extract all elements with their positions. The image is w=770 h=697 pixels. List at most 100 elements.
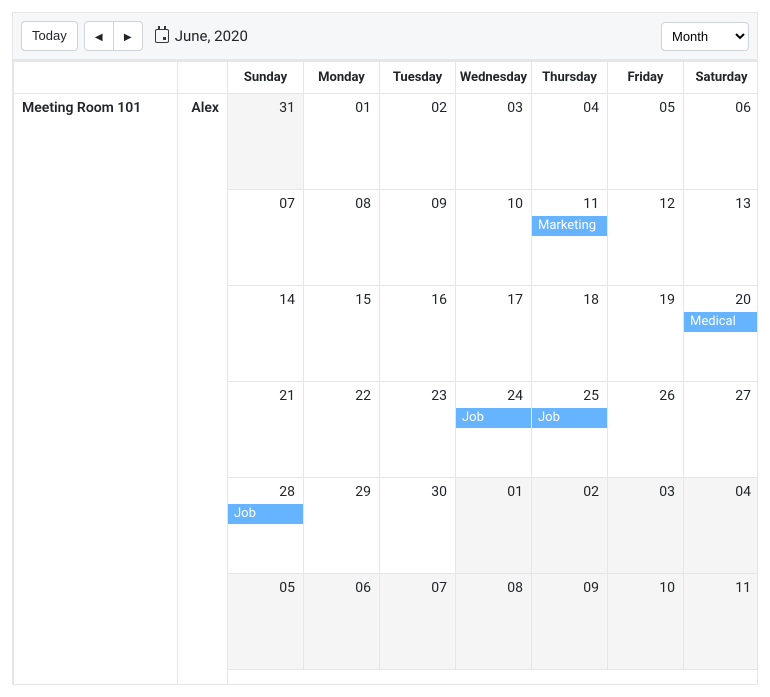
month-grid-scroll[interactable]: SundayMondayTuesdayWednesdayThursdayFrid… xyxy=(227,61,757,684)
day-cell[interactable]: 23 xyxy=(380,382,456,478)
day-number: 06 xyxy=(304,574,379,598)
day-number: 20 xyxy=(684,286,757,310)
event[interactable]: Job xyxy=(532,408,607,428)
day-cell[interactable]: 20Medical xyxy=(684,286,758,382)
nav-group: ◀ ▶ xyxy=(84,21,143,51)
toolbar: Today ◀ ▶ June, 2020 DayWeekMonthYearAge… xyxy=(13,13,757,60)
day-cell[interactable]: 28Job xyxy=(228,478,304,574)
calendar-icon xyxy=(155,29,169,43)
resource-cell-room[interactable]: Meeting Room 101 xyxy=(14,94,178,685)
day-cell[interactable]: 13 xyxy=(684,190,758,286)
day-cell[interactable]: 05 xyxy=(228,574,304,670)
day-number: 18 xyxy=(532,286,607,310)
resource-header-1 xyxy=(14,62,178,94)
day-cell[interactable]: 11 xyxy=(684,574,758,670)
day-cell[interactable]: 29 xyxy=(304,478,380,574)
day-header: Monday xyxy=(304,62,380,94)
day-number: 12 xyxy=(608,190,683,214)
day-header: Thursday xyxy=(532,62,608,94)
day-number: 10 xyxy=(608,574,683,598)
day-number: 04 xyxy=(684,478,757,502)
day-number: 02 xyxy=(380,94,455,118)
day-cell[interactable]: 07 xyxy=(228,190,304,286)
day-cell[interactable]: 12 xyxy=(608,190,684,286)
chevron-left-icon: ◀ xyxy=(95,32,103,43)
day-number: 11 xyxy=(684,574,757,598)
day-cell[interactable]: 02 xyxy=(380,94,456,190)
day-cell[interactable]: 30 xyxy=(380,478,456,574)
event[interactable]: Marketing xyxy=(532,216,607,236)
day-number: 21 xyxy=(228,382,303,406)
day-cell[interactable]: 05 xyxy=(608,94,684,190)
day-number: 28 xyxy=(228,478,303,502)
date-display[interactable]: June, 2020 xyxy=(149,27,254,45)
day-cell[interactable]: 21 xyxy=(228,382,304,478)
day-cell[interactable]: 06 xyxy=(684,94,758,190)
day-cell[interactable]: 07 xyxy=(380,574,456,670)
resource-header-2 xyxy=(178,62,228,94)
month-table: SundayMondayTuesdayWednesdayThursdayFrid… xyxy=(227,61,757,670)
day-cell[interactable]: 01 xyxy=(304,94,380,190)
day-number: 17 xyxy=(456,286,531,310)
day-number: 04 xyxy=(532,94,607,118)
day-cell[interactable]: 15 xyxy=(304,286,380,382)
day-number: 09 xyxy=(532,574,607,598)
day-header: Wednesday xyxy=(456,62,532,94)
next-button[interactable]: ▶ xyxy=(113,21,143,51)
day-cell[interactable]: 01 xyxy=(456,478,532,574)
day-cell[interactable]: 25Job xyxy=(532,382,608,478)
day-cell[interactable]: 24Job xyxy=(456,382,532,478)
date-display-text: June, 2020 xyxy=(175,27,248,45)
day-cell[interactable]: 10 xyxy=(456,190,532,286)
day-header: Sunday xyxy=(228,62,304,94)
day-number: 22 xyxy=(304,382,379,406)
day-number: 07 xyxy=(380,574,455,598)
day-number: 11 xyxy=(532,190,607,214)
event[interactable]: Medical xyxy=(684,312,757,332)
day-cell[interactable]: 02 xyxy=(532,478,608,574)
day-cell[interactable]: 27 xyxy=(684,382,758,478)
day-number: 29 xyxy=(304,478,379,502)
day-cell[interactable]: 31 xyxy=(228,94,304,190)
chevron-right-icon: ▶ xyxy=(124,32,132,43)
day-number: 26 xyxy=(608,382,683,406)
day-cell[interactable]: 18 xyxy=(532,286,608,382)
event[interactable]: Job xyxy=(456,408,531,428)
resource-cell-person[interactable]: Alex xyxy=(178,94,228,685)
day-number: 08 xyxy=(456,574,531,598)
resource-pane: Meeting Room 101 Alex xyxy=(13,61,227,684)
day-number: 03 xyxy=(608,478,683,502)
day-number: 14 xyxy=(228,286,303,310)
view-select[interactable]: DayWeekMonthYearAgendaTimeline xyxy=(661,22,749,51)
day-number: 23 xyxy=(380,382,455,406)
day-cell[interactable]: 08 xyxy=(456,574,532,670)
day-cell[interactable]: 10 xyxy=(608,574,684,670)
day-cell[interactable]: 08 xyxy=(304,190,380,286)
day-cell[interactable]: 11Marketing xyxy=(532,190,608,286)
day-cell[interactable]: 19 xyxy=(608,286,684,382)
event[interactable]: Job xyxy=(228,504,303,524)
day-cell[interactable]: 04 xyxy=(684,478,758,574)
day-cell[interactable]: 09 xyxy=(380,190,456,286)
day-number: 01 xyxy=(304,94,379,118)
day-cell[interactable]: 22 xyxy=(304,382,380,478)
day-cell[interactable]: 17 xyxy=(456,286,532,382)
day-number: 16 xyxy=(380,286,455,310)
day-header: Saturday xyxy=(684,62,758,94)
day-cell[interactable]: 26 xyxy=(608,382,684,478)
day-number: 03 xyxy=(456,94,531,118)
day-cell[interactable]: 03 xyxy=(608,478,684,574)
day-cell[interactable]: 14 xyxy=(228,286,304,382)
day-cell[interactable]: 06 xyxy=(304,574,380,670)
day-number: 09 xyxy=(380,190,455,214)
day-number: 30 xyxy=(380,478,455,502)
day-number: 10 xyxy=(456,190,531,214)
day-number: 15 xyxy=(304,286,379,310)
day-cell[interactable]: 16 xyxy=(380,286,456,382)
today-button[interactable]: Today xyxy=(21,21,78,51)
prev-button[interactable]: ◀ xyxy=(84,21,114,51)
day-cell[interactable]: 03 xyxy=(456,94,532,190)
scheduler-panel: Today ◀ ▶ June, 2020 DayWeekMonthYearAge… xyxy=(12,12,758,685)
day-cell[interactable]: 04 xyxy=(532,94,608,190)
day-cell[interactable]: 09 xyxy=(532,574,608,670)
